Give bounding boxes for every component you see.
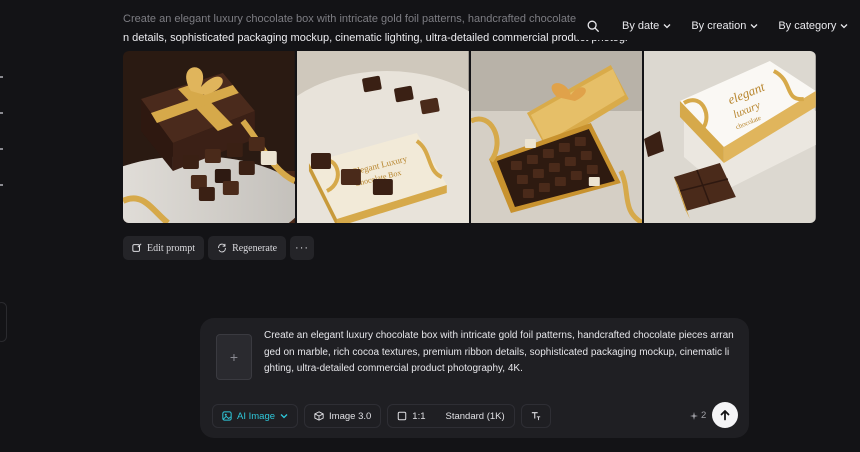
edit-icon — [132, 243, 142, 252]
model-selector[interactable]: Image 3.0 — [304, 404, 382, 428]
search-button[interactable] — [586, 18, 600, 34]
by-date-filter[interactable]: By date — [622, 20, 671, 32]
refresh-icon — [218, 243, 226, 253]
regenerate-label: Regenerate — [232, 242, 278, 254]
sidebar-panel-edge — [0, 302, 7, 342]
sidebar-mark — [0, 148, 3, 150]
ratio-label: 1:1 — [412, 410, 426, 422]
chocolate-box-closed-image: Elegant Luxury Chocolate Box — [296, 51, 469, 223]
reference-upload-button[interactable]: + — [216, 334, 252, 380]
by-creation-label: By creation — [691, 20, 747, 32]
chevron-down-icon — [663, 24, 671, 29]
by-category-label: By category — [778, 20, 837, 32]
aspect-ratio-icon — [398, 411, 407, 421]
edit-prompt-label: Edit prompt — [147, 242, 196, 254]
cube-icon — [314, 411, 324, 421]
by-date-label: By date — [622, 20, 660, 32]
regenerate-button[interactable]: Regenerate — [208, 236, 287, 260]
text-style-button[interactable] — [520, 404, 551, 428]
send-button[interactable] — [712, 402, 738, 428]
text-format-icon — [531, 412, 540, 421]
generation-options: AI Image Image 3.0 1:1 Standard (1K) — [212, 404, 551, 428]
filter-toolbar: By date By creation By category A — [578, 12, 860, 40]
generated-image-1[interactable] — [123, 51, 295, 223]
more-icon: ··· — [295, 242, 310, 254]
plus-icon: + — [229, 349, 239, 365]
arrow-up-icon — [720, 410, 730, 421]
generated-images-grid: Elegant Luxury Chocolate Box elegant lux… — [123, 51, 816, 223]
sidebar-mark — [0, 184, 3, 186]
sidebar-mark — [0, 112, 3, 114]
chevron-down-icon — [280, 414, 288, 419]
chevron-down-icon — [750, 24, 758, 29]
by-category-filter[interactable]: By category — [778, 20, 848, 32]
chevron-down-icon — [840, 24, 848, 29]
sidebar-mark — [0, 76, 3, 78]
chocolate-box-ribbon-image — [123, 51, 295, 223]
search-icon — [587, 20, 599, 32]
generated-image-4[interactable]: elegant luxury chocolate — [644, 51, 816, 223]
chocolate-box-open-image — [470, 51, 643, 223]
ratio-resolution-selector[interactable]: 1:1 Standard (1K) — [387, 404, 515, 428]
generation-count[interactable]: 2 — [690, 410, 706, 421]
mode-label: AI Image — [237, 410, 276, 422]
more-options-button[interactable]: ··· — [290, 236, 315, 260]
generated-image-2[interactable]: Elegant Luxury Chocolate Box — [296, 51, 469, 223]
resolution-label: Standard (1K) — [445, 410, 505, 422]
chocolate-box-white-image: elegant luxury chocolate — [644, 51, 816, 223]
image-icon — [222, 411, 232, 421]
image-actions: Edit prompt Regenerate ··· — [123, 236, 315, 260]
spark-icon — [690, 411, 698, 420]
edit-prompt-button[interactable]: Edit prompt — [123, 236, 205, 260]
model-label: Image 3.0 — [329, 410, 372, 422]
generation-count-value: 2 — [701, 410, 707, 421]
mode-selector[interactable]: AI Image — [212, 404, 299, 428]
by-creation-filter[interactable]: By creation — [691, 20, 758, 32]
generated-image-3[interactable] — [470, 51, 643, 223]
prompt-input[interactable]: Create an elegant luxury chocolate box w… — [264, 328, 734, 378]
prompt-composer: + Create an elegant luxury chocolate box… — [200, 318, 749, 438]
